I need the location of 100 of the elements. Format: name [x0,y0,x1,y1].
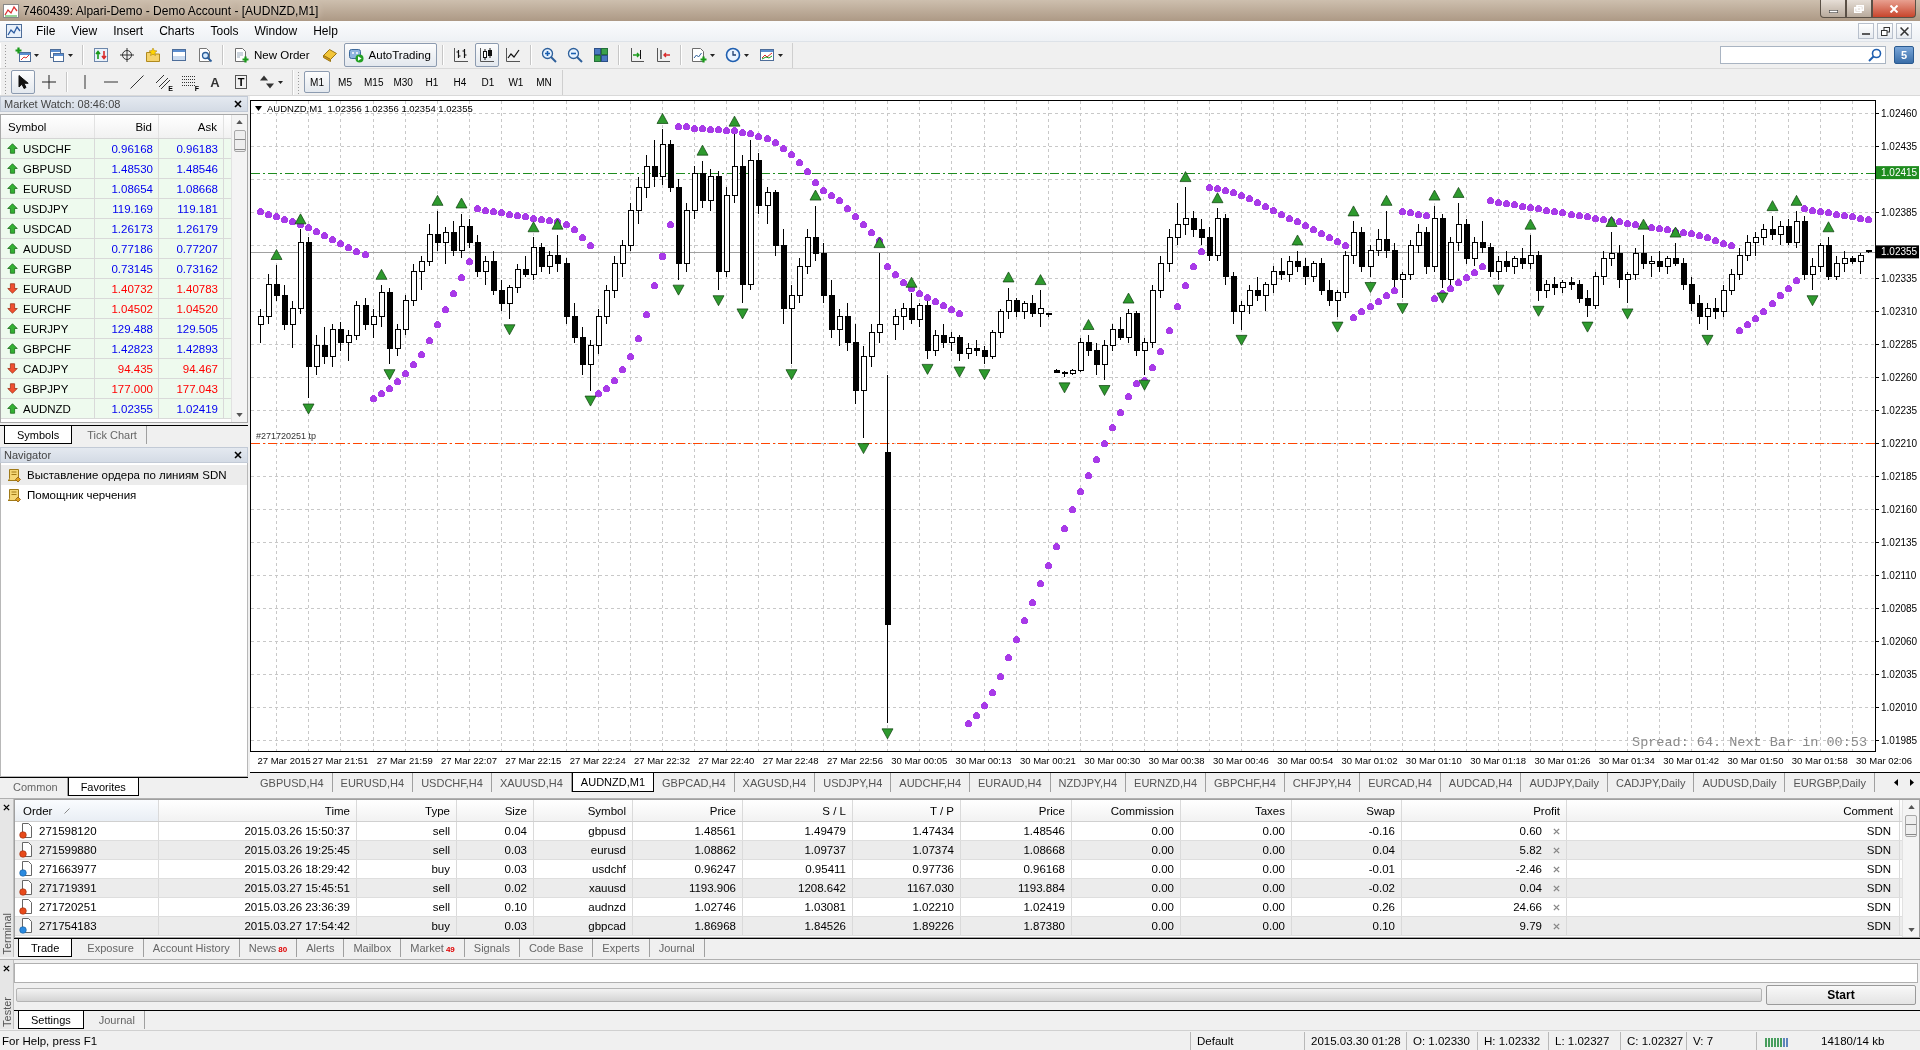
symbol-row[interactable]: GBPUSD 1.48530 1.48546 [1,159,231,179]
timeframe-button[interactable]: M5 [332,71,358,93]
drawing-tool-button[interactable]: T [229,70,253,94]
new-order-button[interactable]: New Order [229,43,316,67]
terminal-tab[interactable]: Trade [18,939,73,957]
menu-item[interactable]: Help [305,21,346,41]
terminal-tab[interactable]: News 80 [239,939,298,957]
timeframe-button[interactable]: M15 [360,71,388,93]
column-header[interactable]: Comment [1567,800,1900,821]
column-header[interactable]: Type [357,800,457,821]
column-header[interactable]: Swap [1292,800,1402,821]
symbol-row[interactable]: USDCAD 1.26173 1.26179 [1,219,231,239]
panel-tab[interactable]: Common [4,778,68,796]
terminal-tab[interactable]: Code Base [519,939,594,957]
restore-button[interactable] [1877,23,1893,39]
symbol-row[interactable]: EURCHF 1.04502 1.04520 [1,299,231,319]
close-button[interactable] [232,449,244,461]
timeframe-button[interactable]: M1 [304,71,330,93]
symbol-row[interactable]: GBPCHF 1.42823 1.42893 [1,339,231,359]
terminal-tab[interactable]: Mailbox [344,939,402,957]
chart-tab[interactable]: CADJPY,Daily [1607,773,1695,792]
column-header[interactable]: Time [159,800,357,821]
symbol-row[interactable]: EURUSD 1.08654 1.08668 [1,179,231,199]
terminal-tab[interactable]: Signals [464,939,520,957]
close-order-button[interactable] [1551,921,1561,931]
column-header[interactable]: Ask [159,115,224,138]
chart-tab[interactable]: USDJPY,H4 [815,773,892,792]
terminal-tab[interactable]: Alerts [297,939,345,957]
menu-item[interactable]: Window [246,21,306,41]
chart-tab[interactable]: AUDUSD,Daily [1694,773,1786,792]
search-field[interactable] [1720,46,1886,64]
close-button[interactable] [1,802,12,812]
chart-tab[interactable]: AUDNZD,M1 [571,773,655,792]
symbol-row[interactable]: CADJPY 94.435 94.467 [1,359,231,379]
scroll-thumb[interactable] [233,130,246,152]
scrollbar[interactable] [231,115,247,422]
chart-tab[interactable]: EURCAD,H4 [1360,773,1441,792]
timeframe-button[interactable]: H4 [446,71,473,93]
navigator-item[interactable]: Помощник черчения [1,485,247,505]
symbol-row[interactable]: USDJPY 119.169 119.181 [1,199,231,219]
chart-tab[interactable]: AUDCAD,H4 [1440,773,1522,792]
menu-item[interactable]: Insert [105,21,152,41]
scroll-thumb[interactable] [1905,815,1917,837]
close-order-button[interactable] [1551,845,1561,855]
drawing-tool-button[interactable] [11,70,35,94]
navigator-item[interactable]: Выставление ордера по линиям SDN [1,465,247,485]
minimize-button[interactable] [1858,23,1874,39]
column-header[interactable]: Symbol [1,115,95,138]
symbol-row[interactable]: EURGBP 0.73145 0.73162 [1,259,231,279]
chart-tab[interactable]: USDCHF,H4 [413,773,492,792]
chart-tab[interactable]: AUDCHF,H4 [891,773,971,792]
close-button[interactable] [232,98,244,110]
messages-button[interactable]: 5 [1894,46,1914,64]
chart-tab[interactable]: XAGUSD,H4 [734,773,816,792]
terminal-tab[interactable]: Exposure [78,939,144,957]
panel-tab[interactable]: Symbols [4,426,73,444]
column-header[interactable]: T / P [853,800,961,821]
panel-tab[interactable]: Tick Chart [78,426,147,444]
timeframe-button[interactable]: D1 [474,71,501,93]
symbol-row[interactable]: USDCHF 0.96168 0.96183 [1,139,231,159]
drawing-tool-button[interactable]: A [203,70,227,94]
column-header[interactable]: Taxes [1181,800,1292,821]
chart-tab[interactable]: EURAUD,H4 [970,773,1051,792]
close-button[interactable] [1872,0,1916,18]
terminal-tab[interactable]: Market 49 [401,939,465,957]
terminal-tab[interactable]: Account History [143,939,240,957]
input-field[interactable] [14,963,1918,983]
chart-tab[interactable]: EURGBP,Daily [1785,773,1875,792]
chart-tab[interactable]: GBPUSD,H4 [252,773,333,792]
column-header[interactable]: Price [961,800,1072,821]
autotrading-button[interactable]: AutoTrading [343,43,437,67]
close-order-button[interactable] [1551,883,1561,893]
symbol-row[interactable]: AUDUSD 0.77186 0.77207 [1,239,231,259]
symbol-row[interactable]: AUDNZD 1.02355 1.02419 [1,399,231,419]
column-header[interactable]: Profit [1402,800,1567,821]
column-header[interactable]: S / L [743,800,853,821]
panel-tab[interactable]: Favorites [67,778,139,796]
close-button[interactable] [1,963,12,973]
chart-tab[interactable]: EURUSD,H4 [332,773,414,792]
timeframe-button[interactable]: M30 [389,71,417,93]
tester-tab[interactable]: Journal [89,1011,145,1029]
column-header[interactable]: Order [15,800,159,821]
chart-tab[interactable]: GBPCHF,H4 [1206,773,1285,792]
close-order-button[interactable] [1551,864,1561,874]
menu-item[interactable]: Tools [202,21,247,41]
column-header[interactable]: Bid [95,115,159,138]
restore-button[interactable] [1846,0,1872,18]
close-order-button[interactable] [1551,902,1561,912]
close-order-button[interactable] [1551,826,1561,836]
minimize-button[interactable] [1820,0,1846,18]
column-header[interactable]: Price [633,800,743,821]
symbol-row[interactable]: EURAUD 1.40732 1.40783 [1,279,231,299]
symbol-row[interactable]: EURJPY 129.488 129.505 [1,319,231,339]
tester-tab[interactable]: Settings [18,1011,84,1029]
scrollbar[interactable] [1902,800,1919,937]
menu-item[interactable]: Charts [151,21,203,41]
close-button[interactable] [1896,23,1912,39]
column-header[interactable]: Commission [1072,800,1181,821]
symbol-row[interactable]: GBPJPY 177.000 177.043 [1,379,231,399]
chart-tab[interactable]: AUDJPY,Daily [1521,773,1608,792]
